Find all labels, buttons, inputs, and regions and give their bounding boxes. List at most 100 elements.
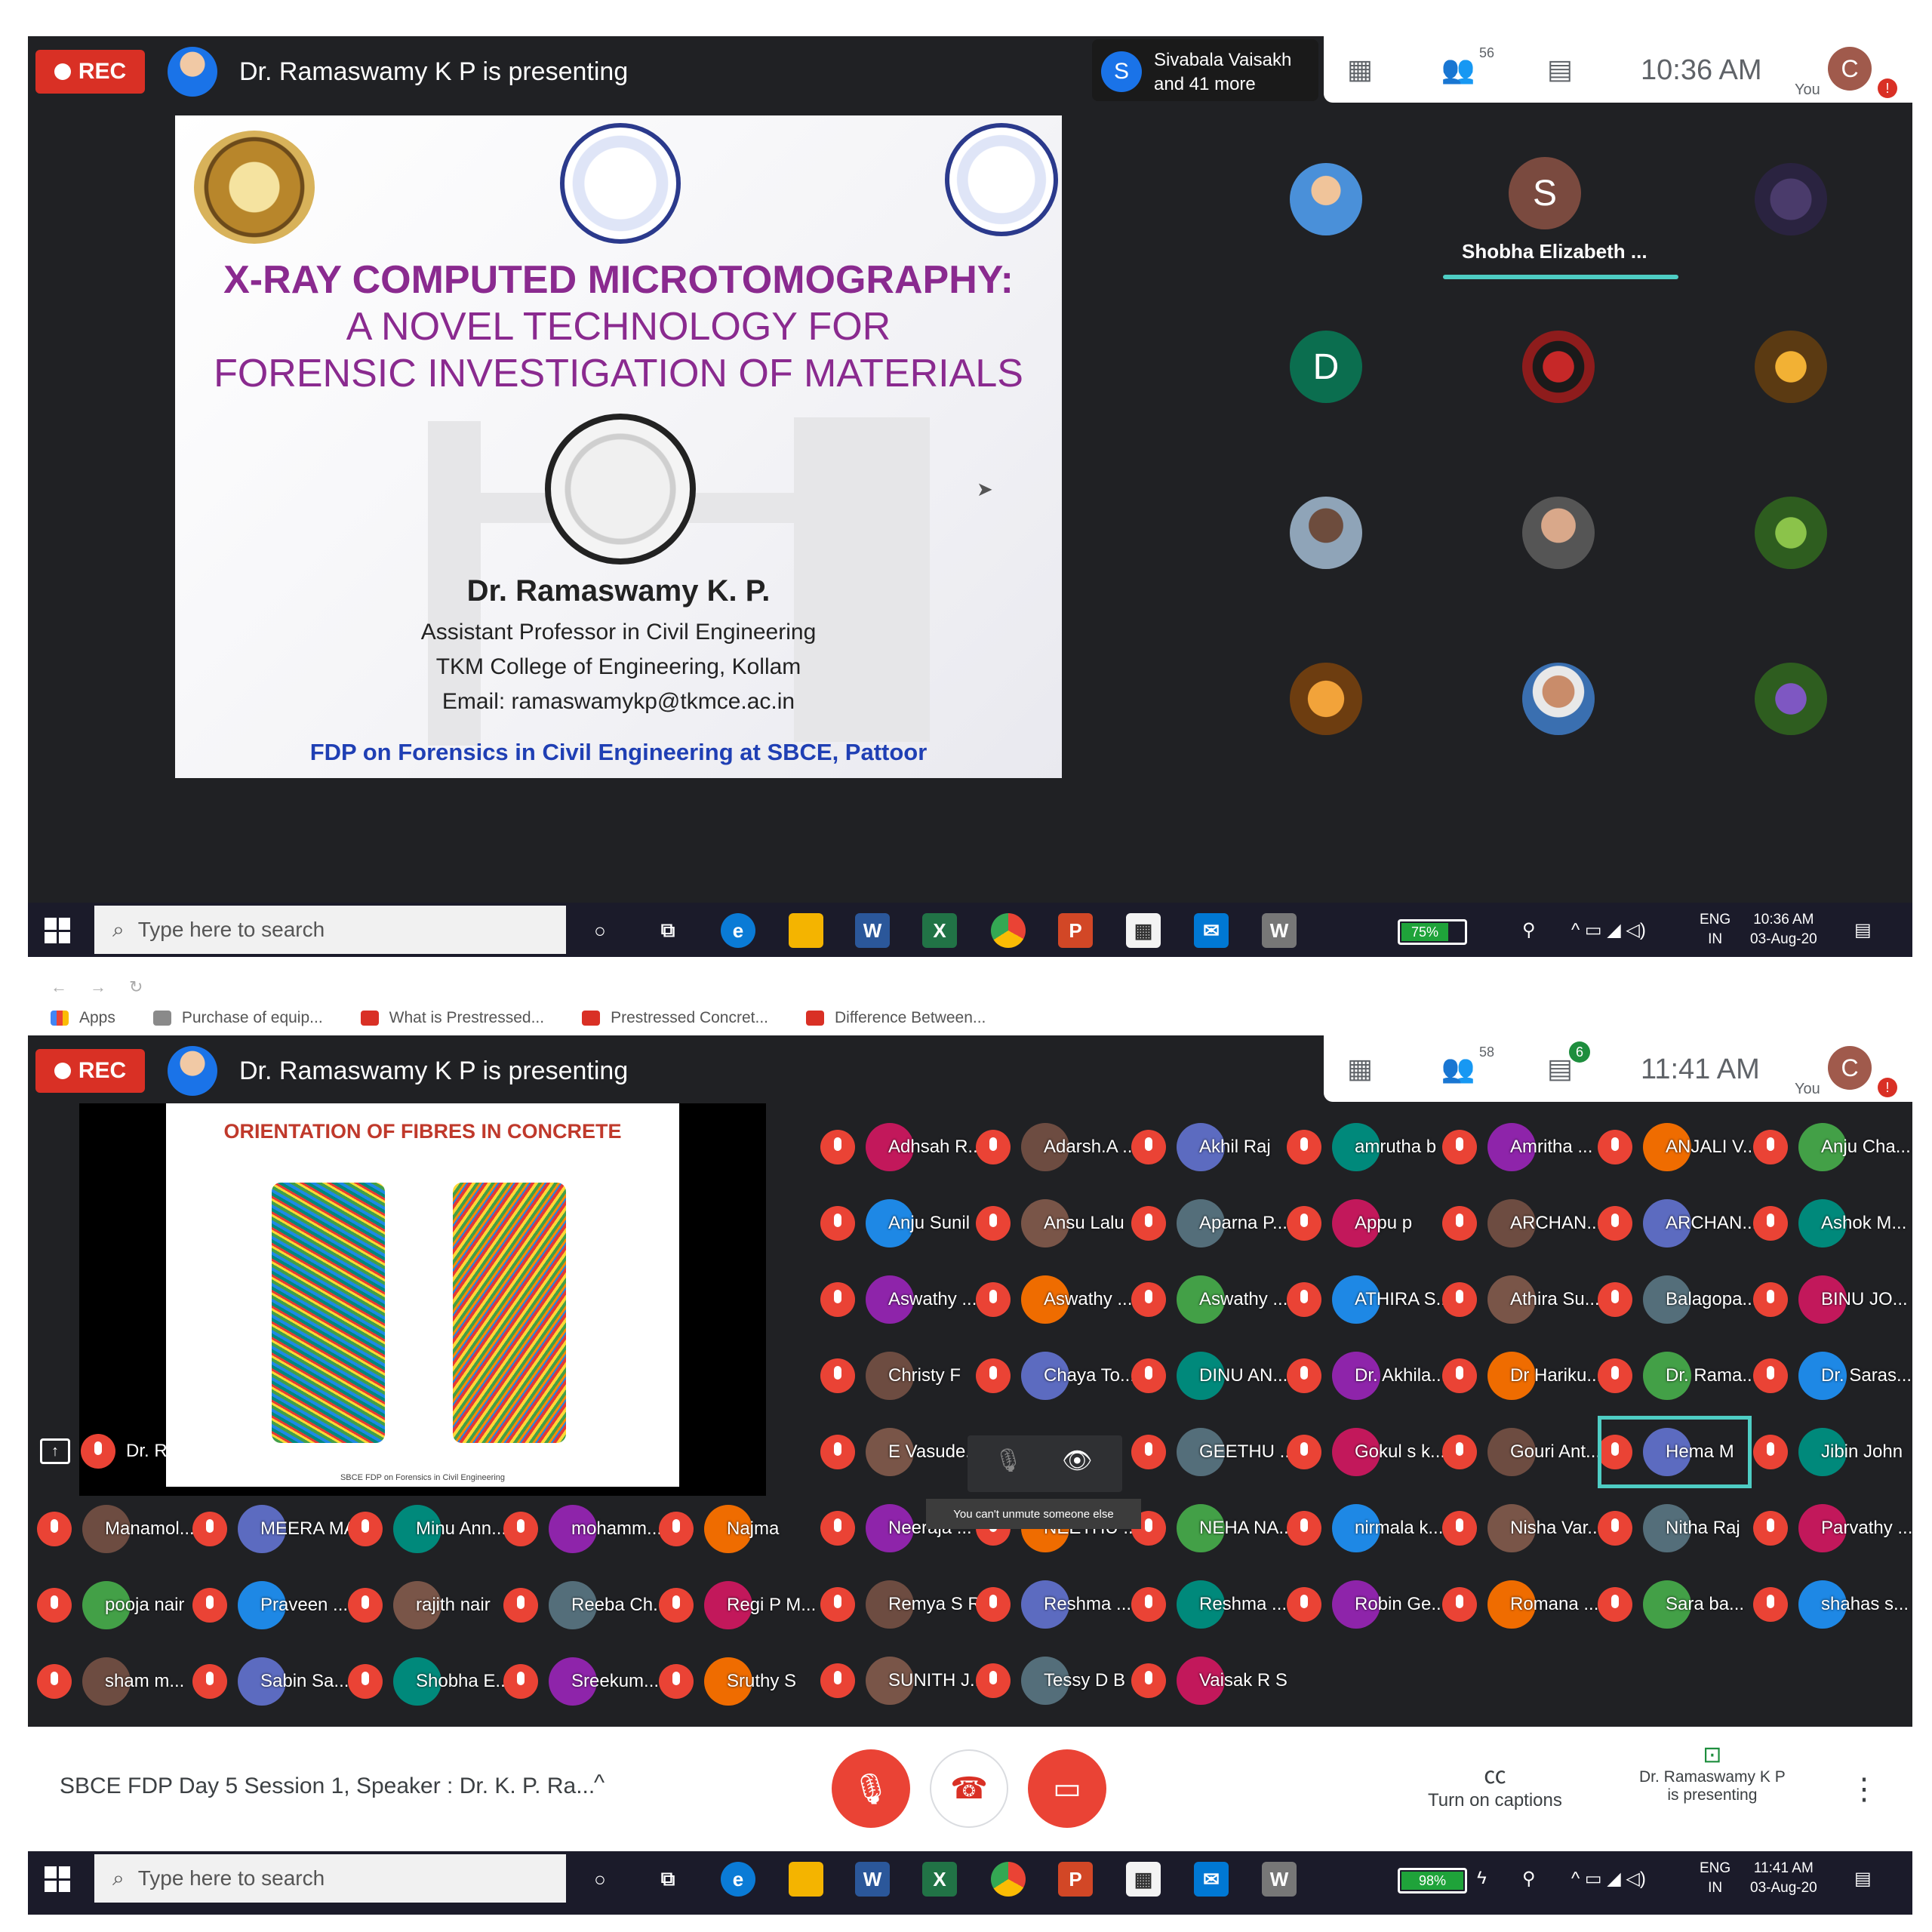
participant-tile[interactable]: [1755, 163, 1827, 235]
participant-tile[interactable]: Romana ...: [1442, 1580, 1598, 1629]
participant-tile[interactable]: NEHA NA...: [1131, 1504, 1294, 1552]
participant-tile[interactable]: Gouri Ant...: [1442, 1428, 1601, 1476]
excel-icon[interactable]: X: [922, 913, 957, 948]
cortana-icon[interactable]: ○: [583, 1862, 617, 1897]
participant-tile[interactable]: SUNITH J...: [820, 1657, 985, 1705]
participant-tile[interactable]: Dr. Rama...: [1598, 1352, 1757, 1400]
participant-tile[interactable]: Regi P M...: [659, 1581, 816, 1629]
participant-tile[interactable]: D: [1290, 331, 1362, 403]
bookmark-item[interactable]: Prestressed Concret...: [582, 1009, 768, 1027]
windows-start-icon[interactable]: [45, 918, 70, 943]
tray-overflow-icon[interactable]: ^ ▭ ◢ ◁): [1571, 1868, 1646, 1890]
participant-tile[interactable]: sham m...: [37, 1657, 184, 1706]
participant-tile[interactable]: Jibin John: [1753, 1428, 1903, 1476]
participant-tile[interactable]: Reeba Ch...: [503, 1581, 668, 1629]
system-clock[interactable]: 10:36 AM 03-Aug-20: [1750, 910, 1817, 949]
participant-tile[interactable]: Chaya To...: [976, 1352, 1135, 1400]
mail-icon[interactable]: ✉: [1194, 1862, 1229, 1897]
participant-tile[interactable]: Sara ba...: [1598, 1580, 1744, 1629]
participant-tile[interactable]: GEETHU ...: [1131, 1428, 1295, 1476]
participant-tile[interactable]: Aparna P...: [1131, 1199, 1287, 1247]
tray-overflow-icon[interactable]: ^ ▭ ◢ ◁): [1571, 919, 1646, 941]
store-icon[interactable]: ▦: [1126, 1862, 1161, 1897]
participant-tile[interactable]: BINU JO...: [1753, 1275, 1908, 1324]
windows-start-icon[interactable]: [45, 1866, 70, 1892]
word-icon[interactable]: W: [855, 913, 890, 948]
participant-tile[interactable]: [1290, 163, 1362, 235]
layout-grid-icon[interactable]: ▦: [1339, 1048, 1381, 1090]
bookmark-apps[interactable]: Apps: [51, 1009, 115, 1027]
chrome-icon[interactable]: [991, 1862, 1026, 1897]
participant-tile[interactable]: Remya S R: [820, 1580, 981, 1629]
participant-tile[interactable]: Akhil Raj: [1131, 1123, 1271, 1171]
excel-icon[interactable]: X: [922, 1862, 957, 1897]
participant-tile[interactable]: Aswathy ...: [820, 1275, 977, 1324]
participant-tile[interactable]: Nisha Var...: [1442, 1504, 1602, 1552]
participant-tile[interactable]: Najma: [659, 1505, 779, 1553]
meeting-title[interactable]: SBCE FDP Day 5 Session 1, Speaker : Dr. …: [60, 1774, 595, 1799]
presenting-button[interactable]: ⊡ Dr. Ramaswamy K Pis presenting: [1639, 1742, 1786, 1804]
forward-icon[interactable]: →: [90, 977, 106, 997]
bookmark-item[interactable]: Difference Between...: [806, 1009, 986, 1027]
participant-tile[interactable]: Sabin Sa...: [192, 1657, 349, 1706]
participant-tile[interactable]: Christy F: [820, 1352, 961, 1400]
participant-tile[interactable]: ARCHAN...: [1442, 1199, 1601, 1247]
participant-tile[interactable]: Reshma ...: [1131, 1580, 1287, 1629]
participant-tile[interactable]: Minu Ann...: [348, 1505, 506, 1553]
participant-tile[interactable]: [1755, 331, 1827, 403]
participant-tile[interactable]: [1290, 497, 1362, 569]
reload-icon[interactable]: ↻: [129, 977, 143, 997]
participant-tile[interactable]: Parvathy ...: [1753, 1504, 1912, 1552]
participant-tile[interactable]: Shobha E...: [348, 1657, 510, 1706]
edge-icon[interactable]: e: [721, 913, 755, 948]
participant-tile[interactable]: Appu p: [1287, 1199, 1412, 1247]
participant-tile[interactable]: DINU AN...: [1131, 1352, 1287, 1400]
language-indicator[interactable]: ENG IN: [1700, 910, 1730, 949]
participant-tile[interactable]: nirmala k...: [1287, 1504, 1443, 1552]
participant-tile[interactable]: Robin Ge...: [1287, 1580, 1446, 1629]
people-tray-icon[interactable]: ⚲: [1522, 919, 1536, 941]
language-indicator[interactable]: ENG IN: [1700, 1859, 1730, 1898]
participant-tile[interactable]: Anju Sunil: [820, 1199, 970, 1247]
chevron-up-icon[interactable]: ^: [594, 1770, 605, 1796]
camera-toggle-button[interactable]: ▭: [1028, 1749, 1106, 1828]
participant-tile[interactable]: ARCHAN...: [1598, 1199, 1757, 1247]
participant-tile[interactable]: amrutha b: [1287, 1123, 1436, 1171]
participant-tile[interactable]: Sruthy S: [659, 1657, 796, 1706]
participant-tile[interactable]: Amritha ...: [1442, 1123, 1592, 1171]
participant-tile[interactable]: Dr. Saras...: [1753, 1352, 1912, 1400]
participant-tile[interactable]: S: [1509, 157, 1581, 229]
participant-tile[interactable]: MEERA MA...: [192, 1505, 371, 1553]
store-icon[interactable]: ▦: [1126, 913, 1161, 948]
chrome-icon[interactable]: [991, 913, 1026, 948]
file-explorer-icon[interactable]: [789, 913, 823, 948]
app-icon[interactable]: W: [1262, 1862, 1297, 1897]
self-avatar[interactable]: C: [1828, 1046, 1872, 1090]
participant-tile[interactable]: Dr. Akhila...: [1287, 1352, 1446, 1400]
participant-tile[interactable]: [1522, 663, 1595, 735]
participant-tile[interactable]: Adarsh.A ...: [976, 1123, 1137, 1171]
participant-tile[interactable]: Ashok M...: [1753, 1199, 1906, 1247]
back-icon[interactable]: ←: [51, 977, 67, 997]
participant-tile[interactable]: shahas s...: [1753, 1580, 1909, 1629]
task-view-icon[interactable]: ⧉: [651, 913, 685, 948]
notifications-icon[interactable]: ▤: [1854, 919, 1872, 941]
participant-tile[interactable]: Dr Hariku...: [1442, 1352, 1601, 1400]
participant-tile[interactable]: Anju Cha...: [1753, 1123, 1911, 1171]
people-tray-icon[interactable]: ⚲: [1522, 1868, 1536, 1890]
browser-url-bar[interactable]: ← → ↻: [28, 974, 1912, 1001]
participant-tile[interactable]: mohamm...: [503, 1505, 662, 1553]
participant-tile[interactable]: Vaisak R S: [1131, 1657, 1287, 1705]
participant-tile[interactable]: Athira Su...: [1442, 1275, 1600, 1324]
participant-tile[interactable]: Manamol...: [37, 1505, 195, 1553]
powerpoint-icon[interactable]: P: [1058, 913, 1093, 948]
self-avatar[interactable]: C: [1828, 47, 1872, 91]
system-clock[interactable]: 11:41 AM 03-Aug-20: [1750, 1859, 1817, 1898]
participant-tile[interactable]: ATHIRA S...: [1287, 1275, 1451, 1324]
eye-icon[interactable]: 👁: [1062, 1446, 1093, 1475]
bookmark-item[interactable]: Purchase of equip...: [152, 1009, 323, 1027]
file-explorer-icon[interactable]: [789, 1862, 823, 1897]
participant-tile[interactable]: Reshma ...: [976, 1580, 1131, 1629]
people-icon[interactable]: 👥: [1437, 1048, 1479, 1090]
present-screen-icon[interactable]: ↑: [40, 1438, 70, 1464]
